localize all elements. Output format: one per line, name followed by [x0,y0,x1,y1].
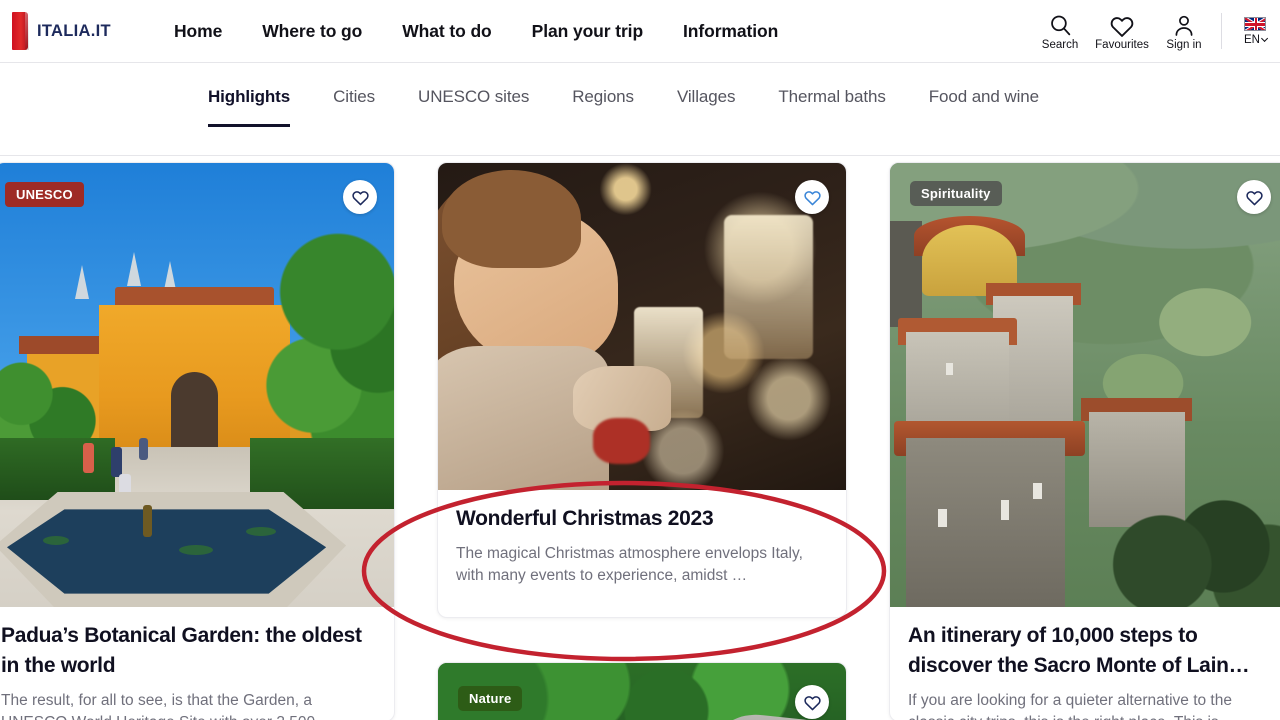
search-label: Search [1041,39,1079,51]
badge-spirituality: Spirituality [910,181,1002,206]
christmas-market-photo [438,163,846,490]
badge-nature: Nature [458,686,523,711]
header-utilities: Search Favourites Sign in EN [1029,0,1280,62]
language-selector[interactable]: EN [1234,16,1276,46]
card-sacro-monte-title: An itinerary of 10,000 steps to discover… [908,624,1250,677]
category-tabbar: Highlights Cities UNESCO sites Regions V… [0,63,1280,156]
favourites-button[interactable]: Favourites [1091,10,1153,52]
nav-item-information[interactable]: Information [683,21,778,42]
tab-food-and-wine[interactable]: Food and wine [929,63,1039,107]
favourite-toggle-nature[interactable] [795,685,829,719]
tab-cities[interactable]: Cities [333,63,375,107]
card-nature[interactable]: Nature [437,662,847,720]
sign-in-label: Sign in [1166,39,1202,51]
card-wonderful-christmas[interactable]: Wonderful Christmas 2023 The magical Chr… [437,162,847,618]
user-icon [1172,10,1196,38]
card-padua-description: The result, for all to see, is that the … [1,692,315,720]
padua-garden-photo [0,163,394,607]
site-header: ITALIA.IT Home Where to go What to do Pl… [0,0,1280,63]
search-button[interactable]: Search [1029,10,1091,52]
chevron-down-icon [1261,34,1269,42]
search-icon [1048,10,1073,38]
nav-item-what-to-do[interactable]: What to do [402,21,491,42]
card-nature-image: Nature [438,663,846,720]
card-padua-image: UNESCO [0,163,394,607]
favourite-toggle-christmas[interactable] [795,180,829,214]
italia-flag-logo-icon [12,12,29,50]
uk-flag-icon [1244,16,1266,31]
card-christmas-title: Wonderful Christmas 2023 [456,507,714,530]
language-code: EN [1244,33,1260,46]
tab-villages[interactable]: Villages [677,63,736,107]
site-logo[interactable]: ITALIA.IT [12,12,152,50]
card-christmas-image [438,163,846,490]
card-padua-botanical-garden[interactable]: UNESCO Padua’s Botanical Garden: the old… [0,162,395,720]
badge-unesco: UNESCO [5,182,84,207]
nav-item-plan-your-trip[interactable]: Plan your trip [532,21,644,42]
sign-in-button[interactable]: Sign in [1153,10,1215,52]
nav-item-home[interactable]: Home [174,21,222,42]
language-label: EN [1244,33,1269,46]
logo-text: ITALIA.IT [37,21,111,40]
tab-unesco-sites[interactable]: UNESCO sites [418,63,529,107]
card-padua-title: Padua’s Botanical Garden: the oldest in … [1,624,362,677]
nav-item-where-to-go[interactable]: Where to go [262,21,362,42]
card-sacro-monte-image: Spirituality [890,163,1280,607]
card-sacro-monte-body: An itinerary of 10,000 steps to discover… [890,607,1280,720]
card-sacro-monte-description: If you are looking for a quieter alterna… [908,692,1232,720]
favourites-label: Favourites [1095,39,1149,51]
card-christmas-description: The magical Christmas atmosphere envelop… [456,545,803,584]
primary-navigation: Home Where to go What to do Plan your tr… [174,0,778,62]
favourite-toggle-sacro-monte[interactable] [1237,180,1271,214]
page-root: ITALIA.IT Home Where to go What to do Pl… [0,0,1280,720]
highlights-card-grid: UNESCO Padua’s Botanical Garden: the old… [0,162,1280,720]
tab-highlights[interactable]: Highlights [208,63,291,127]
card-sacro-monte[interactable]: Spirituality An itinerary of 10,000 step… [889,162,1280,720]
tab-thermal-baths[interactable]: Thermal baths [778,63,885,107]
hill-village-photo [890,163,1280,607]
tab-regions[interactable]: Regions [572,63,634,107]
header-divider [1221,13,1222,49]
favourite-toggle-padua[interactable] [343,180,377,214]
card-padua-body: Padua’s Botanical Garden: the oldest in … [0,607,394,720]
card-christmas-body: Wonderful Christmas 2023 The magical Chr… [438,490,846,603]
heart-icon [1109,10,1135,38]
